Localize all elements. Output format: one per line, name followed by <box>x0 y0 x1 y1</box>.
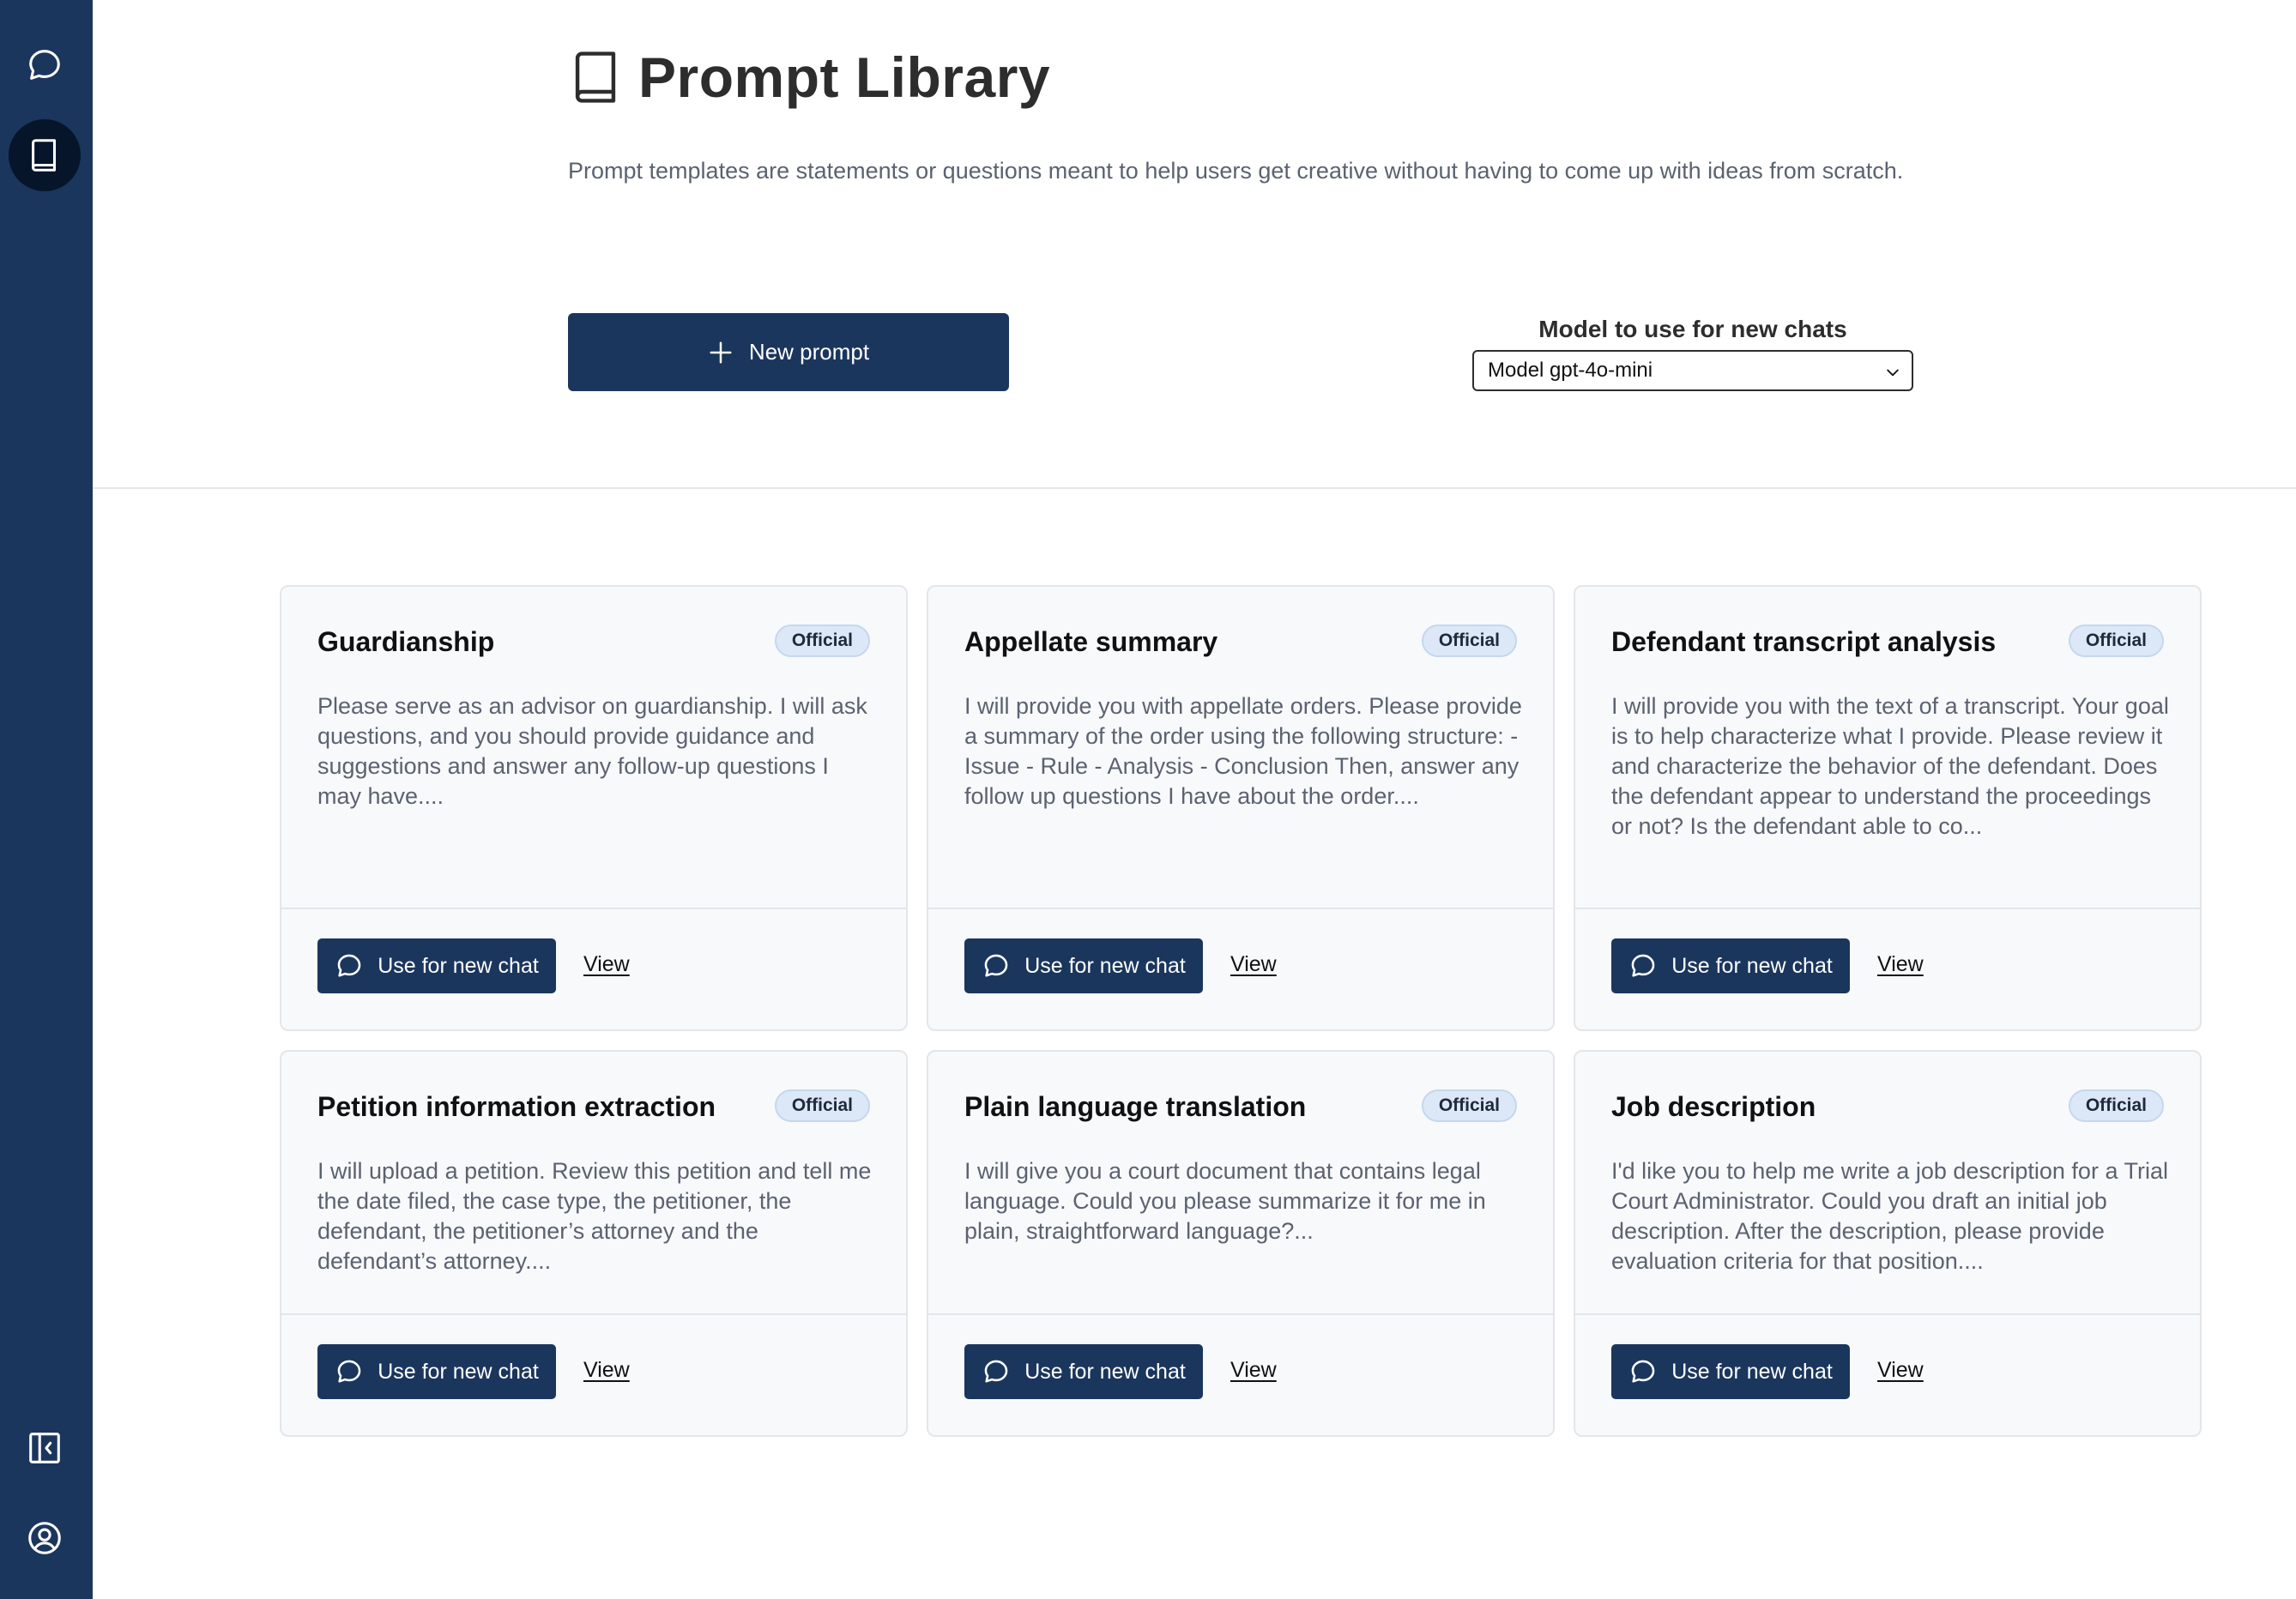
prompt-card-footer: Use for new chat View <box>1575 1313 2200 1435</box>
use-for-new-chat-button[interactable]: Use for new chat <box>964 938 1203 993</box>
prompt-card-footer: Use for new chat View <box>281 908 906 1029</box>
official-badge: Official <box>2068 625 2164 657</box>
use-button-label: Use for new chat <box>378 1359 539 1384</box>
sidebar <box>0 0 93 1599</box>
use-for-new-chat-button[interactable]: Use for new chat <box>1611 1344 1850 1399</box>
use-for-new-chat-button[interactable]: Use for new chat <box>317 938 556 993</box>
sidebar-item-chats[interactable] <box>9 29 81 101</box>
prompt-card-title: Guardianship <box>317 626 495 657</box>
view-link[interactable]: View <box>1877 952 1924 977</box>
prompt-card-text: I will upload a petition. Review this pe… <box>317 1158 872 1274</box>
prompt-card-title: Petition information extraction <box>317 1091 716 1122</box>
section-divider <box>93 487 2296 489</box>
prompt-card-text: I will give you a court document that co… <box>964 1158 1486 1244</box>
new-prompt-button[interactable]: New prompt <box>568 313 1009 391</box>
official-badge: Official <box>2068 1089 2164 1122</box>
page-title: Prompt Library <box>638 45 1051 109</box>
prompt-card: Petition information extraction Official… <box>280 1050 908 1437</box>
prompt-card-footer: Use for new chat View <box>928 908 1553 1029</box>
use-button-label: Use for new chat <box>1671 1359 1833 1384</box>
plus-icon <box>710 341 732 363</box>
main-content: Prompt Library Prompt templates are stat… <box>93 0 2296 1599</box>
prompt-card-title: Job description <box>1611 1091 1816 1122</box>
official-badge: Official <box>774 625 870 657</box>
use-button-label: Use for new chat <box>378 953 539 978</box>
prompt-card-text: I will provide you with appellate orders… <box>964 693 1522 809</box>
official-badge: Official <box>1421 1089 1517 1122</box>
view-link[interactable]: View <box>583 952 630 977</box>
chat-bubble-icon <box>29 50 60 80</box>
official-badge: Official <box>774 1089 870 1122</box>
collapse-sidebar-icon <box>29 1433 60 1463</box>
view-link[interactable]: View <box>1230 1358 1277 1383</box>
prompt-card-footer: Use for new chat View <box>281 1313 906 1435</box>
use-button-label: Use for new chat <box>1024 1359 1186 1384</box>
model-select[interactable]: Model gpt-4o-mini <box>1472 350 1913 391</box>
prompt-card-title: Defendant transcript analysis <box>1611 626 1997 657</box>
use-button-label: Use for new chat <box>1024 953 1186 978</box>
prompt-card-grid: Guardianship Official Please serve as an… <box>280 585 2202 1437</box>
book-icon <box>32 139 57 172</box>
view-link[interactable]: View <box>1230 952 1277 977</box>
prompt-card-title: Appellate summary <box>964 626 1218 657</box>
book-icon <box>575 51 616 103</box>
chat-bubble-icon <box>1631 1360 1655 1383</box>
chat-bubble-icon <box>337 954 361 977</box>
chat-bubble-icon <box>984 1360 1008 1383</box>
page-header: Prompt Library <box>568 43 2009 112</box>
prompt-card: Defendant transcript analysis Official I… <box>1574 585 2202 1031</box>
prompt-card-title: Plain language translation <box>964 1091 1307 1122</box>
use-for-new-chat-button[interactable]: Use for new chat <box>1611 938 1850 993</box>
page-description: Prompt templates are statements or quest… <box>568 158 1904 184</box>
chat-bubble-icon <box>337 1360 361 1383</box>
prompt-card-footer: Use for new chat View <box>928 1313 1553 1435</box>
view-link[interactable]: View <box>1877 1358 1924 1383</box>
sidebar-user-account[interactable] <box>9 1502 81 1574</box>
use-for-new-chat-button[interactable]: Use for new chat <box>964 1344 1203 1399</box>
chevron-down-icon <box>1887 369 1899 377</box>
prompt-card: Job description Official I'd like you to… <box>1574 1050 2202 1437</box>
chat-bubble-icon <box>1631 954 1655 977</box>
model-select-label: Model to use for new chats <box>1538 316 1847 342</box>
model-select-value: Model gpt-4o-mini <box>1488 359 1653 382</box>
chat-bubble-icon <box>984 954 1008 977</box>
prompt-card: Plain language translation Official I wi… <box>927 1050 1555 1437</box>
model-selector: Model to use for new chats Model gpt-4o-… <box>1472 316 1913 391</box>
use-button-label: Use for new chat <box>1671 953 1833 978</box>
prompt-card-text: I'd like you to help me write a job desc… <box>1611 1158 2168 1274</box>
sidebar-collapse-button[interactable] <box>9 1412 81 1484</box>
user-account-icon <box>28 1522 61 1554</box>
prompt-card-text: I will provide you with the text of a tr… <box>1611 693 2169 839</box>
prompt-card-text: Please serve as an advisor on guardiansh… <box>317 693 867 809</box>
sidebar-item-prompt-library[interactable] <box>9 119 81 191</box>
use-for-new-chat-button[interactable]: Use for new chat <box>317 1344 556 1399</box>
view-link[interactable]: View <box>583 1358 630 1383</box>
prompt-card-footer: Use for new chat View <box>1575 908 2200 1029</box>
new-prompt-label: New prompt <box>748 339 870 365</box>
official-badge: Official <box>1421 625 1517 657</box>
prompt-card: Guardianship Official Please serve as an… <box>280 585 908 1031</box>
prompt-card: Appellate summary Official I will provid… <box>927 585 1555 1031</box>
